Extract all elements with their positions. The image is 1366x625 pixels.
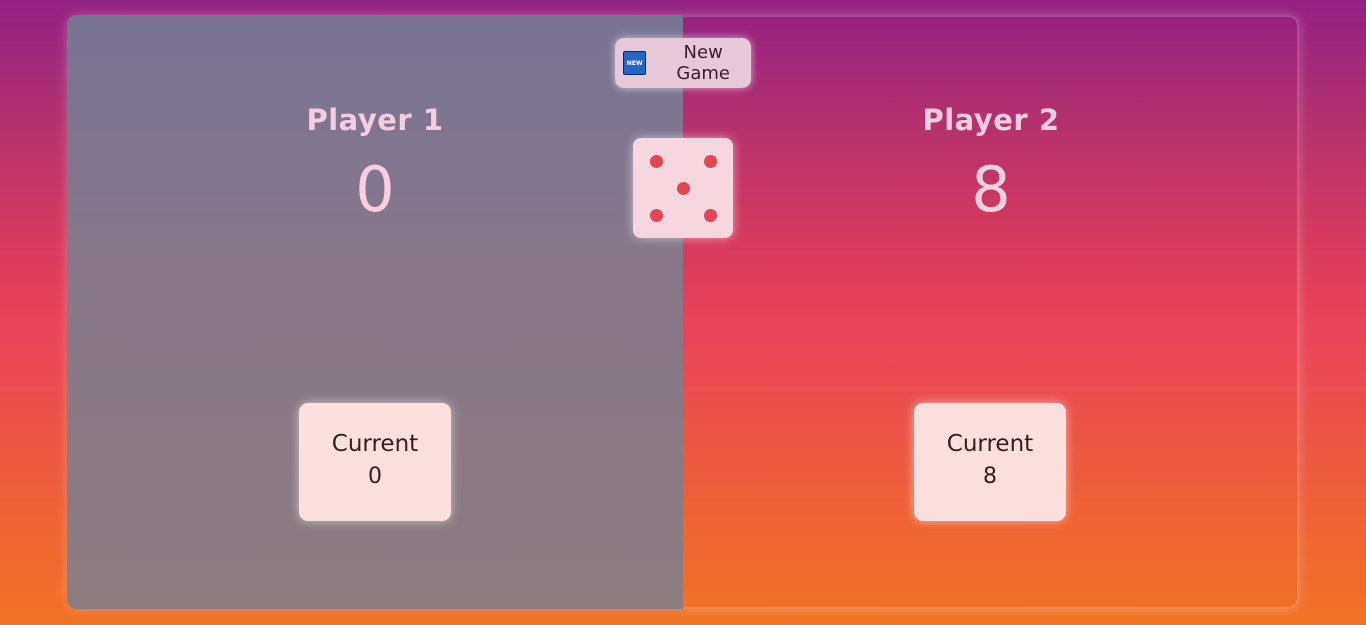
player-1-panel: Player 1 0 Current 0	[67, 15, 683, 609]
player-2-current-label: Current	[946, 431, 1034, 457]
player-1-name: Player 1	[306, 103, 444, 137]
player-2-name: Player 2	[922, 103, 1060, 137]
player-2-score: 8	[971, 153, 1011, 226]
dice-pip	[649, 208, 663, 222]
dice-pip	[676, 181, 690, 195]
dice-pip	[703, 208, 717, 222]
player-2-current-value: 8	[983, 464, 997, 489]
dice-pip	[649, 154, 663, 168]
player-2-panel: Player 2 8 Current 8	[683, 15, 1299, 609]
player-1-current-box: Current 0	[299, 403, 451, 521]
game-board: Player 1 0 Current 0 Player 2 8 Current …	[67, 15, 1299, 609]
player-1-score: 0	[355, 153, 395, 226]
dice[interactable]	[633, 138, 733, 238]
player-1-current-value: 0	[368, 464, 382, 489]
new-game-button[interactable]: NEW New Game	[615, 38, 751, 88]
new-game-label: New Game	[676, 42, 730, 84]
new-badge-icon: NEW	[623, 51, 647, 75]
player-2-current-box: Current 8	[914, 403, 1066, 521]
dice-pip	[703, 154, 717, 168]
player-1-current-label: Current	[331, 431, 419, 457]
